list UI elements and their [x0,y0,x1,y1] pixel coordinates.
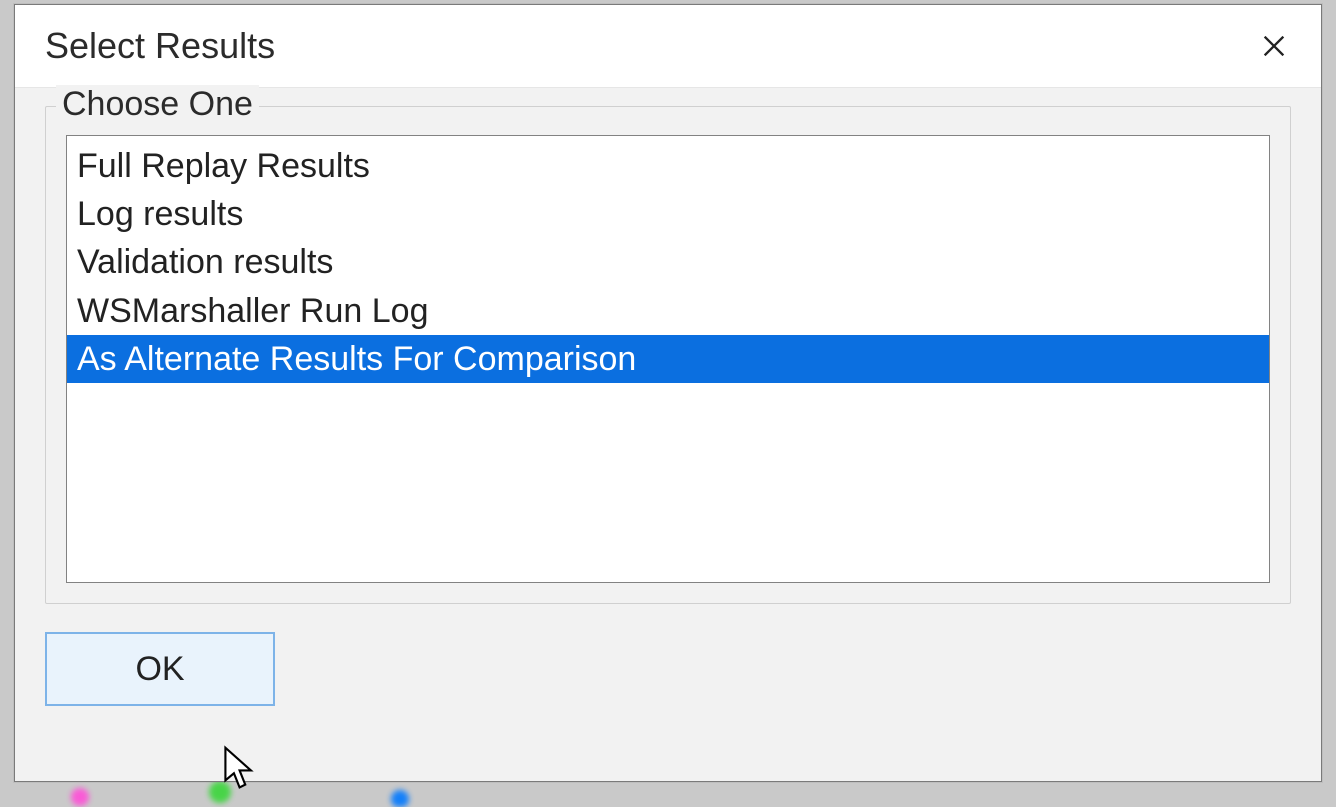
list-item[interactable]: Full Replay Results [67,142,1269,190]
dialog-titlebar: Select Results [15,5,1321,88]
list-item[interactable]: Log results [67,190,1269,238]
choose-one-group: Choose One Full Replay ResultsLog result… [45,106,1291,604]
close-button[interactable] [1251,23,1297,69]
list-item[interactable]: WSMarshaller Run Log [67,287,1269,335]
dialog-button-row: OK [45,632,1291,706]
dialog-title: Select Results [45,25,275,67]
dialog-client-area: Choose One Full Replay ResultsLog result… [15,88,1321,781]
group-label: Choose One [56,85,259,124]
list-item[interactable]: As Alternate Results For Comparison [67,335,1269,383]
select-results-dialog: Select Results Choose One Full Replay Re… [14,4,1322,782]
results-listbox[interactable]: Full Replay ResultsLog resultsValidation… [66,135,1270,583]
close-icon [1260,32,1288,60]
ok-button-label: OK [135,650,184,689]
list-item[interactable]: Validation results [67,238,1269,286]
ok-button[interactable]: OK [45,632,275,706]
